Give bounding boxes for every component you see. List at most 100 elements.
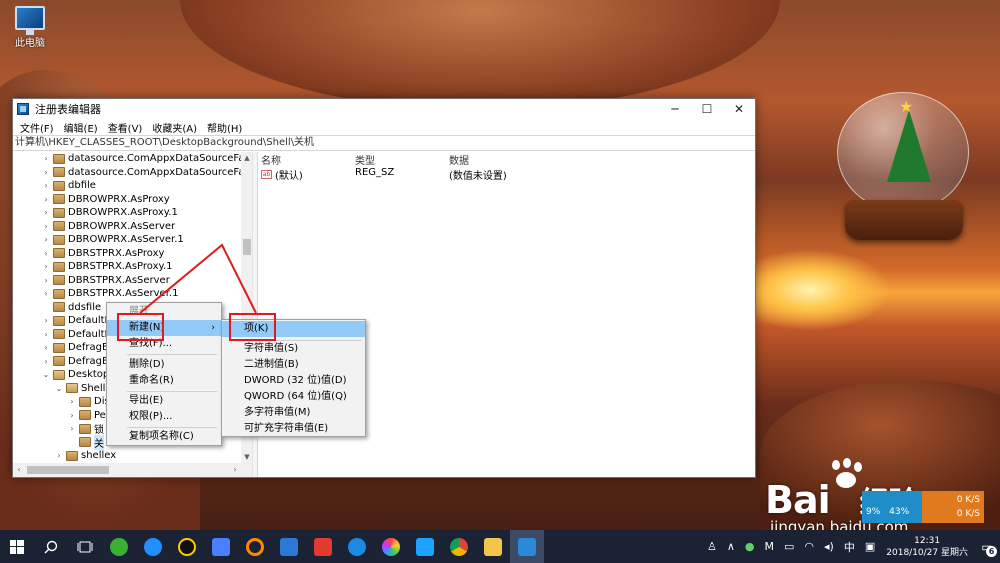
chevron-right-icon[interactable]: › bbox=[67, 424, 77, 433]
taskbar-file-explorer[interactable] bbox=[476, 530, 510, 563]
value-row-name[interactable]: ab (默认) bbox=[261, 167, 303, 182]
close-button[interactable]: ✕ bbox=[723, 99, 755, 119]
scroll-thumb[interactable] bbox=[27, 466, 109, 474]
submenu-item-binary-value[interactable]: 二进制值(B) bbox=[222, 357, 365, 373]
chevron-right-icon[interactable]: › bbox=[67, 397, 77, 406]
tree-item[interactable]: › DefragEi bbox=[41, 355, 111, 369]
clock[interactable]: 12:31 2018/10/27 星期六 bbox=[880, 535, 974, 559]
tree-horizontal-scrollbar[interactable]: ‹ › bbox=[13, 463, 252, 477]
tray-expand-icon[interactable]: ∧ bbox=[722, 540, 740, 553]
chevron-right-icon[interactable]: › bbox=[41, 222, 51, 231]
menu-item-export[interactable]: 导出(E) bbox=[107, 393, 221, 409]
address-bar[interactable]: 计算机\HKEY_CLASSES_ROOT\DesktopBackground\… bbox=[13, 135, 755, 151]
chevron-right-icon[interactable]: › bbox=[41, 357, 51, 366]
tree-item[interactable]: ⌄ Desktop bbox=[41, 368, 110, 382]
taskbar-red-app[interactable] bbox=[306, 530, 340, 563]
scroll-down-arrow-icon[interactable]: ▼ bbox=[241, 451, 252, 463]
tree-item[interactable]: › dbfile bbox=[41, 179, 96, 193]
network-speed-widget[interactable]: 9% 43% 0 K/S 0 K/S bbox=[862, 491, 984, 523]
submenu-item-qword-value[interactable]: QWORD (64 位)值(Q) bbox=[222, 389, 365, 405]
scroll-left-arrow-icon[interactable]: ‹ bbox=[13, 463, 25, 477]
submenu-item-dword-value[interactable]: DWORD (32 位)值(D) bbox=[222, 373, 365, 389]
tree-item[interactable]: › datasource.ComAppxDataSourceFacto bbox=[41, 166, 252, 180]
tree-item[interactable]: › DefaultL bbox=[41, 314, 110, 328]
chevron-right-icon[interactable]: › bbox=[41, 154, 51, 163]
tree-item[interactable]: › DBRSTPRX.AsProxy bbox=[41, 247, 164, 261]
taskbar-kugou[interactable] bbox=[136, 530, 170, 563]
submenu-item-multi-string-value[interactable]: 多字符串值(M) bbox=[222, 405, 365, 421]
taskbar-ie[interactable] bbox=[340, 530, 374, 563]
chevron-right-icon[interactable]: › bbox=[41, 208, 51, 217]
scroll-up-arrow-icon[interactable]: ▲ bbox=[241, 152, 252, 164]
title-bar[interactable]: 注册表编辑器 ─ ☐ ✕ bbox=[13, 99, 755, 119]
submenu-item-expandable-string-value[interactable]: 可扩充字符串值(E) bbox=[222, 421, 365, 437]
tree-item[interactable]: ddsfile bbox=[41, 301, 101, 315]
tree-item[interactable]: › DBROWPRX.AsProxy bbox=[41, 193, 169, 207]
menu-help[interactable]: 帮助(H) bbox=[202, 120, 247, 135]
menu-file[interactable]: 文件(F) bbox=[15, 120, 59, 135]
scroll-right-arrow-icon[interactable]: › bbox=[229, 463, 241, 477]
taskbar-color-wheel[interactable] bbox=[374, 530, 408, 563]
column-header-data[interactable]: 数据 bbox=[449, 152, 469, 167]
chevron-right-icon[interactable]: › bbox=[41, 276, 51, 285]
battery-icon[interactable]: ▭ bbox=[779, 540, 799, 553]
taskbar-browser-blue[interactable] bbox=[272, 530, 306, 563]
ime-options-icon[interactable]: ▣ bbox=[860, 540, 880, 553]
chevron-down-icon[interactable]: ⌄ bbox=[54, 384, 64, 393]
chevron-right-icon[interactable]: › bbox=[41, 330, 51, 339]
tree-item[interactable]: › DBRSTPRX.AsServer bbox=[41, 274, 169, 288]
chevron-right-icon[interactable]: › bbox=[41, 316, 51, 325]
tree-item[interactable]: › DefragEi bbox=[41, 341, 111, 355]
taskbar-qq[interactable] bbox=[170, 530, 204, 563]
taskbar-wechat[interactable] bbox=[102, 530, 136, 563]
snow-globe-gadget[interactable]: ★ bbox=[835, 92, 975, 242]
tree-item[interactable]: › DBROWPRX.AsServer.1 bbox=[41, 233, 183, 247]
menu-item-permissions[interactable]: 权限(P)... bbox=[107, 409, 221, 425]
tree-item-selected[interactable]: 关 bbox=[67, 434, 104, 450]
chevron-right-icon[interactable]: › bbox=[41, 168, 51, 177]
volume-icon[interactable]: ◂) bbox=[819, 540, 839, 553]
people-icon[interactable]: ♙ bbox=[702, 540, 722, 553]
chevron-right-icon[interactable]: › bbox=[41, 262, 51, 271]
chevron-right-icon[interactable]: › bbox=[41, 181, 51, 190]
tree-item[interactable]: › Dis bbox=[67, 395, 109, 409]
tree-item[interactable]: › shellex bbox=[54, 449, 116, 463]
input-method-indicator[interactable]: 中 bbox=[839, 539, 860, 555]
chevron-right-icon[interactable]: › bbox=[54, 451, 64, 460]
wifi-icon[interactable]: ◠ bbox=[799, 540, 819, 553]
desktop-icon-this-pc[interactable]: 此电脑 bbox=[8, 6, 52, 49]
maximize-button[interactable]: ☐ bbox=[691, 99, 723, 119]
menu-item-copy-key-name[interactable]: 复制项名称(C) bbox=[107, 429, 221, 445]
column-header-type[interactable]: 类型 bbox=[355, 152, 375, 167]
tree-item[interactable]: › DBRSTPRX.AsServer.1 bbox=[41, 287, 178, 301]
tree-item[interactable]: ⌄ Shell bbox=[54, 382, 106, 396]
taskbar-headset-app[interactable] bbox=[408, 530, 442, 563]
minimize-button[interactable]: ─ bbox=[659, 99, 691, 119]
taskbar-horseshoe-app[interactable] bbox=[238, 530, 272, 563]
tree-item[interactable]: › datasource.ComAppxDataSourceFacto bbox=[41, 152, 252, 166]
scroll-thumb[interactable] bbox=[243, 239, 251, 255]
menu-edit[interactable]: 编辑(E) bbox=[59, 120, 103, 135]
taskbar-regedit[interactable] bbox=[510, 530, 544, 563]
menu-view[interactable]: 查看(V) bbox=[103, 120, 148, 135]
tree-item[interactable]: › Pe bbox=[67, 409, 105, 423]
chevron-right-icon[interactable]: › bbox=[41, 289, 51, 298]
chevron-down-icon[interactable]: ⌄ bbox=[41, 370, 51, 379]
tree-item[interactable]: › 锁 bbox=[67, 422, 104, 436]
menu-favorites[interactable]: 收藏夹(A) bbox=[147, 120, 202, 135]
chevron-right-icon[interactable]: › bbox=[41, 235, 51, 244]
column-header-name[interactable]: 名称 bbox=[261, 152, 281, 167]
menu-item-rename[interactable]: 重命名(R) bbox=[107, 373, 221, 389]
chevron-right-icon[interactable]: › bbox=[41, 249, 51, 258]
tree-item[interactable]: › DBROWPRX.AsProxy.1 bbox=[41, 206, 177, 220]
menu-item-delete[interactable]: 删除(D) bbox=[107, 357, 221, 373]
tree-item[interactable]: › DBRSTPRX.AsProxy.1 bbox=[41, 260, 172, 274]
search-button[interactable] bbox=[34, 530, 68, 563]
start-button[interactable] bbox=[0, 530, 34, 563]
taskbar-chrome[interactable] bbox=[442, 530, 476, 563]
tree-item[interactable]: › DefaultL bbox=[41, 328, 110, 342]
task-view-button[interactable] bbox=[68, 530, 102, 563]
chevron-right-icon[interactable]: › bbox=[41, 195, 51, 204]
taskbar-feishu[interactable] bbox=[204, 530, 238, 563]
tray-app-m-icon[interactable]: M bbox=[760, 540, 780, 553]
